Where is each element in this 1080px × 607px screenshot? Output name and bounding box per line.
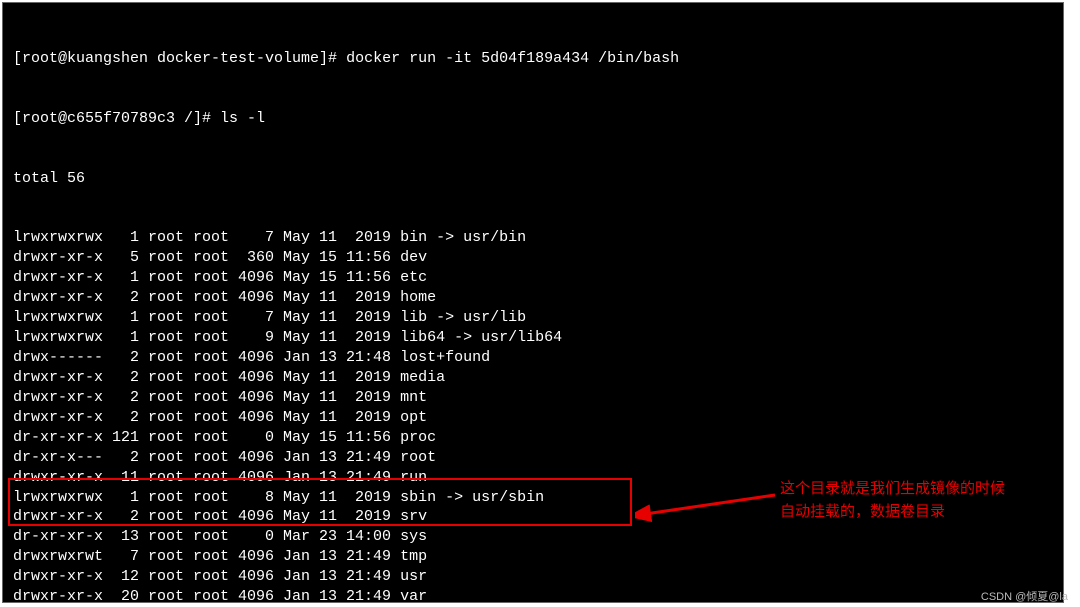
ls-row: drwxr-xr-x 20 root root 4096 Jan 13 21:4… bbox=[13, 587, 1053, 603]
ls-row: lrwxrwxrwx 1 root root 7 May 11 2019 lib… bbox=[13, 308, 1053, 328]
ls-row: drwxr-xr-x 12 root root 4096 Jan 13 21:4… bbox=[13, 567, 1053, 587]
ls-row: drwxrwxrwt 7 root root 4096 Jan 13 21:49… bbox=[13, 547, 1053, 567]
ls-output: lrwxrwxrwx 1 root root 7 May 11 2019 bin… bbox=[13, 228, 1053, 603]
ls-row: dr-xr-xr-x 13 root root 0 Mar 23 14:00 s… bbox=[13, 527, 1053, 547]
ls-row: dr-xr-xr-x 121 root root 0 May 15 11:56 … bbox=[13, 428, 1053, 448]
ls-row: drwxr-xr-x 5 root root 360 May 15 11:56 … bbox=[13, 248, 1053, 268]
annotation-text: 这个目录就是我们生成镜像的时候 自动挂载的，数据卷目录 bbox=[780, 478, 1005, 523]
ls-row: lrwxrwxrwx 1 root root 7 May 11 2019 bin… bbox=[13, 228, 1053, 248]
watermark: CSDN @倾夏@la bbox=[981, 590, 1068, 605]
terminal-line: [root@c655f70789c3 /]# ls -l bbox=[13, 109, 1053, 129]
shell-cmd: docker run -it 5d04f189a434 /bin/bash bbox=[346, 50, 679, 67]
shell-cmd: ls -l bbox=[220, 110, 265, 127]
shell-prompt: [root@kuangshen docker-test-volume]# bbox=[13, 50, 346, 67]
ls-row: drwxr-xr-x 2 root root 4096 May 11 2019 … bbox=[13, 388, 1053, 408]
ls-row: drwxr-xr-x 2 root root 4096 May 11 2019 … bbox=[13, 368, 1053, 388]
ls-row: drwxr-xr-x 2 root root 4096 May 11 2019 … bbox=[13, 408, 1053, 428]
ls-row: drwxr-xr-x 2 root root 4096 May 11 2019 … bbox=[13, 288, 1053, 308]
ls-row: drwx------ 2 root root 4096 Jan 13 21:48… bbox=[13, 348, 1053, 368]
ls-row: lrwxrwxrwx 1 root root 9 May 11 2019 lib… bbox=[13, 328, 1053, 348]
shell-prompt: [root@c655f70789c3 /]# bbox=[13, 110, 220, 127]
ls-total: total 56 bbox=[13, 169, 1053, 189]
annotation-line2: 自动挂载的，数据卷目录 bbox=[780, 501, 1005, 524]
terminal-line: [root@kuangshen docker-test-volume]# doc… bbox=[13, 49, 1053, 69]
ls-row: drwxr-xr-x 1 root root 4096 May 15 11:56… bbox=[13, 268, 1053, 288]
ls-row: dr-xr-x--- 2 root root 4096 Jan 13 21:49… bbox=[13, 448, 1053, 468]
annotation-line1: 这个目录就是我们生成镜像的时候 bbox=[780, 478, 1005, 501]
